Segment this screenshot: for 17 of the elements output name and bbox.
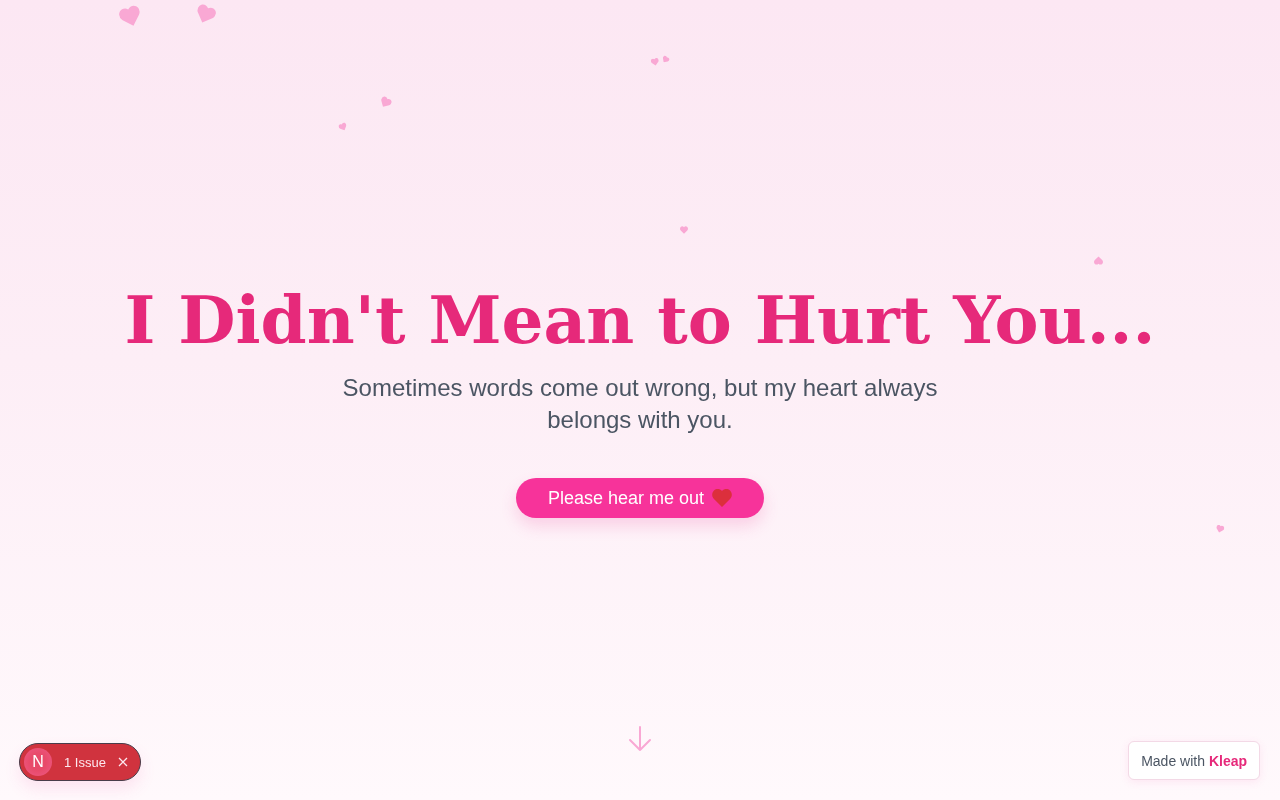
heart-icon [660,54,671,65]
heart-icon [1094,256,1103,265]
heart-icon [650,57,660,67]
hear-me-out-button[interactable]: Please hear me out [515,478,765,519]
made-with-link[interactable]: Made with Kleap [1128,741,1260,780]
issue-count[interactable]: 1 Issue [64,754,106,770]
heart-icon [1215,524,1225,534]
next-logo: N [24,748,52,776]
heart-icon [680,226,688,234]
heart-icon [712,489,733,508]
hero-subtitle: Sometimes words come out wrong, but my heart always belongs with you. [341,373,939,436]
close-icon[interactable] [117,757,128,767]
heart-icon [337,121,349,133]
arrow-down-icon [628,726,652,752]
issues-badge[interactable]: N 1 Issue [19,743,141,781]
hero-title: I Didn't Mean to Hurt You... [124,283,1156,357]
heart-icon [378,95,393,110]
